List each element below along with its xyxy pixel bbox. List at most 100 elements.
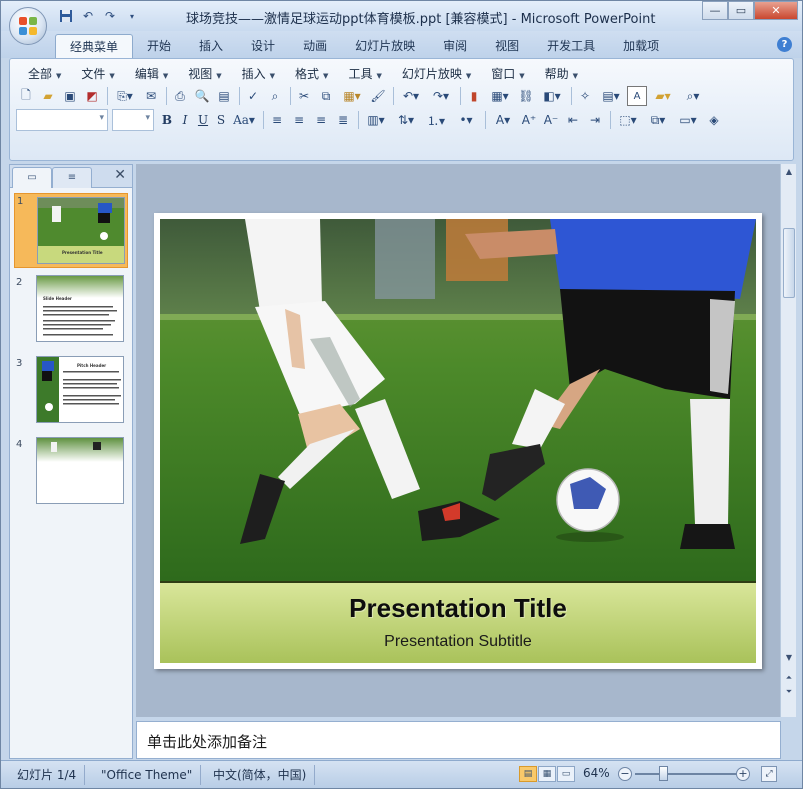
insert-chart-icon[interactable]: ▮: [464, 86, 484, 106]
menu-slide-show[interactable]: 幻灯片放映 ▼: [392, 65, 481, 83]
slide-sorter-view-button[interactable]: ▦: [538, 766, 556, 782]
increase-font-icon[interactable]: A⁺: [519, 110, 539, 130]
menu-file[interactable]: 文件 ▼: [71, 65, 124, 83]
new-slide-icon[interactable]: ✧: [575, 86, 595, 106]
decrease-indent-icon[interactable]: ⇤: [563, 110, 583, 130]
slide-subtitle[interactable]: Presentation Subtitle: [160, 633, 756, 651]
language-indicator[interactable]: 中文(简体，中国): [205, 765, 316, 785]
menu-view[interactable]: 视图 ▼: [178, 65, 231, 83]
slide-thumbnail-3[interactable]: 3 Pitch Header: [14, 356, 128, 426]
shapes-icon[interactable]: ⬚▾: [614, 110, 642, 130]
folder-icon[interactable]: ▰▾: [649, 86, 677, 106]
tab-design[interactable]: 设计: [237, 34, 289, 58]
save-as-pdf-icon[interactable]: ◩: [82, 86, 102, 106]
justify-icon[interactable]: ≣: [333, 110, 353, 130]
close-button[interactable]: ✕: [754, 1, 798, 20]
vertical-scrollbar[interactable]: ▲ ▼ ⏶ ⏷: [780, 164, 796, 717]
shape-fill-icon[interactable]: ◈: [704, 110, 724, 130]
tab-developer[interactable]: 开发工具: [533, 34, 609, 58]
tab-review[interactable]: 审阅: [429, 34, 481, 58]
tab-insert[interactable]: 插入: [185, 34, 237, 58]
menu-window[interactable]: 窗口 ▼: [481, 65, 534, 83]
font-color-icon[interactable]: A▾: [489, 110, 517, 130]
close-icon[interactable]: ✕: [114, 167, 126, 183]
bullets-icon[interactable]: •▾: [452, 110, 480, 130]
columns-icon[interactable]: ▥▾: [362, 110, 390, 130]
menu-all[interactable]: 全部 ▼: [18, 65, 71, 83]
menu-insert[interactable]: 插入 ▼: [232, 65, 285, 83]
slide-canvas[interactable]: Presentation Title Presentation Subtitle: [154, 213, 762, 669]
tab-animations[interactable]: 动画: [289, 34, 341, 58]
numbering-icon[interactable]: ⒈▾: [422, 110, 450, 130]
italic-button[interactable]: I: [176, 111, 194, 129]
zoom-slider-knob[interactable]: [659, 766, 668, 781]
zoom-icon[interactable]: ⌕▾: [679, 86, 707, 106]
copy-icon[interactable]: ⧉: [316, 86, 336, 106]
notes-pane[interactable]: 单击此处添加备注: [136, 721, 781, 759]
office-button[interactable]: [9, 7, 47, 45]
redo-icon[interactable]: ↷: [101, 7, 119, 25]
open-folder-icon[interactable]: ▰: [38, 86, 58, 106]
paste-icon[interactable]: ▦▾: [338, 86, 366, 106]
zoom-in-button[interactable]: +: [736, 767, 750, 781]
scroll-thumb[interactable]: [783, 228, 795, 298]
notes-placeholder[interactable]: 单击此处添加备注: [147, 731, 267, 752]
font-size-combo[interactable]: [112, 109, 154, 131]
shadow-button[interactable]: S: [212, 111, 230, 129]
theme-name[interactable]: "Office Theme": [93, 765, 202, 785]
tab-slides[interactable]: ▭: [12, 167, 52, 188]
menu-edit[interactable]: 编辑 ▼: [125, 65, 178, 83]
undo-icon[interactable]: ↶▾: [397, 86, 425, 106]
tab-home[interactable]: 开始: [133, 34, 185, 58]
undo-icon[interactable]: ↶: [79, 7, 97, 25]
zoom-level[interactable]: 64%: [583, 766, 610, 780]
fit-to-window-icon[interactable]: ⤢: [761, 766, 777, 782]
format-painter-icon[interactable]: 🖌: [368, 86, 388, 106]
cut-icon[interactable]: ✂: [294, 86, 314, 106]
next-slide-button[interactable]: ⏷: [783, 686, 795, 698]
tab-add-ins[interactable]: 加载项: [609, 34, 673, 58]
print-icon[interactable]: ⎙: [170, 86, 190, 106]
email-icon[interactable]: ✉: [141, 86, 161, 106]
research-icon[interactable]: ⌕: [265, 86, 285, 106]
publish-icon[interactable]: ▤: [214, 86, 234, 106]
zoom-out-button[interactable]: −: [618, 767, 632, 781]
previous-slide-button[interactable]: ⏶: [783, 672, 795, 684]
arrange-icon[interactable]: ⧉▾: [644, 110, 672, 130]
tab-classic-menu[interactable]: 经典菜单: [55, 34, 134, 58]
zoom-slider-track[interactable]: [635, 773, 737, 775]
minimize-button[interactable]: —: [702, 1, 728, 20]
normal-view-button[interactable]: ▤: [519, 766, 537, 782]
layout-icon[interactable]: ▤▾: [597, 86, 625, 106]
tab-slide-show[interactable]: 幻灯片放映: [341, 34, 429, 58]
tab-outline[interactable]: ≡: [52, 167, 92, 188]
new-document-icon[interactable]: 🗋: [16, 86, 36, 106]
save-icon[interactable]: [57, 7, 75, 25]
underline-button[interactable]: U: [194, 111, 212, 129]
align-left-icon[interactable]: ≡: [267, 110, 287, 130]
slide-title[interactable]: Presentation Title: [160, 593, 756, 624]
hyperlink-icon[interactable]: ⛓: [516, 86, 536, 106]
slide-editing-area[interactable]: Presentation Title Presentation Subtitle: [136, 164, 780, 717]
menu-tools[interactable]: 工具 ▼: [338, 65, 391, 83]
spelling-icon[interactable]: ✓: [243, 86, 263, 106]
bold-button[interactable]: B: [158, 111, 176, 129]
color-grayscale-icon[interactable]: ◧▾: [538, 86, 566, 106]
scroll-up-arrow[interactable]: ▲: [783, 166, 795, 178]
slide-thumbnail-2[interactable]: 2 Slide Header: [14, 275, 128, 345]
redo-icon[interactable]: ↷▾: [427, 86, 455, 106]
permission-icon[interactable]: ⎘▾: [111, 86, 139, 106]
text-direction-icon[interactable]: ⇅▾: [392, 110, 420, 130]
menu-help[interactable]: 帮助 ▼: [535, 65, 588, 83]
slide-thumbnail-1[interactable]: 1 Presentation Title: [14, 193, 128, 268]
increase-indent-icon[interactable]: ⇥: [585, 110, 605, 130]
decrease-font-icon[interactable]: A⁻: [541, 110, 561, 130]
insert-table-icon[interactable]: ▦▾: [486, 86, 514, 106]
quick-styles-icon[interactable]: ▭▾: [674, 110, 702, 130]
slide-thumbnail-4[interactable]: 4: [14, 437, 128, 507]
maximize-button[interactable]: ▭: [728, 1, 754, 20]
customize-toolbar-icon[interactable]: ▾: [123, 7, 141, 25]
print-preview-icon[interactable]: 🔍: [192, 86, 212, 106]
text-box-icon[interactable]: A: [627, 86, 647, 106]
soccer-photo[interactable]: [160, 219, 756, 581]
